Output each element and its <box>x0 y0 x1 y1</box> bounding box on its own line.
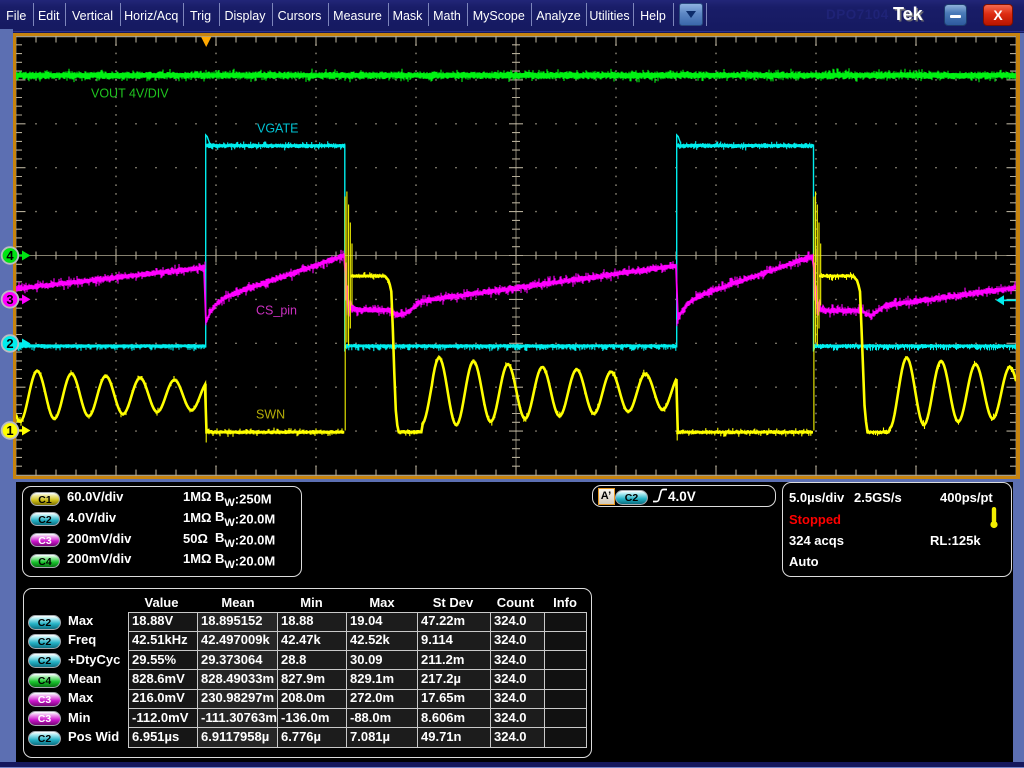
svg-text:VGATE: VGATE <box>257 121 298 135</box>
svg-text:4: 4 <box>6 248 14 263</box>
svg-text:3: 3 <box>6 292 13 307</box>
svg-text:2: 2 <box>6 336 13 351</box>
svg-text:1: 1 <box>6 423 13 438</box>
svg-text:SWN: SWN <box>256 407 285 421</box>
svg-text:VOUT 4V/DIV: VOUT 4V/DIV <box>91 86 169 100</box>
svg-text:CS_pin: CS_pin <box>256 303 297 317</box>
